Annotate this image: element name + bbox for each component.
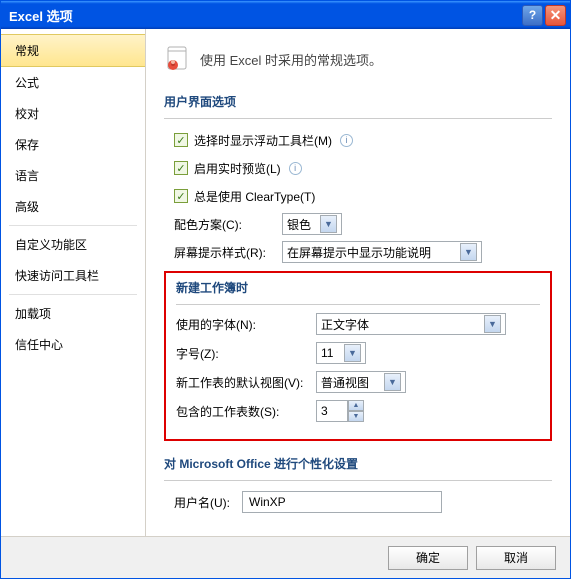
section-ui-title: 用户界面选项 [164, 87, 552, 119]
sidebar-item[interactable]: 快速访问工具栏 [1, 260, 145, 291]
sidebar-item[interactable]: 保存 [1, 129, 145, 160]
label-sheet-count: 包含的工作表数(S): [176, 403, 316, 420]
sidebar-item[interactable]: 语言 [1, 160, 145, 191]
category-sidebar: 常规公式校对保存语言高级自定义功能区快速访问工具栏加载项信任中心 [1, 29, 146, 536]
sidebar-item[interactable]: 校对 [1, 98, 145, 129]
combo-value: 银色 [287, 216, 311, 233]
label-tip-style: 屏幕提示样式(R): [174, 244, 276, 261]
cancel-button[interactable]: 取消 [476, 546, 556, 570]
checkbox-live-preview[interactable]: ✓ [174, 161, 188, 175]
chevron-down-icon[interactable]: ▼ [320, 215, 337, 233]
chevron-down-icon[interactable]: ▼ [484, 315, 501, 333]
label-font-size: 字号(Z): [176, 345, 316, 362]
username-input[interactable] [242, 491, 442, 513]
options-dialog: Excel 选项 ? ✕ 常规公式校对保存语言高级自定义功能区快速访问工具栏加载… [0, 0, 571, 579]
main-panel: 使用 Excel 时采用的常规选项。 用户界面选项 ✓ 选择时显示浮动工具栏(M… [146, 29, 570, 536]
hero-icon [164, 45, 192, 73]
combo-value: 普通视图 [321, 374, 369, 391]
label-cleartype: 总是使用 ClearType(T) [194, 188, 315, 205]
combo-font[interactable]: 正文字体 ▼ [316, 313, 506, 335]
sidebar-item[interactable]: 信任中心 [1, 329, 145, 360]
sidebar-item[interactable]: 高级 [1, 191, 145, 222]
label-color-scheme: 配色方案(C): [174, 216, 276, 233]
sidebar-item[interactable]: 自定义功能区 [1, 229, 145, 260]
ok-button[interactable]: 确定 [388, 546, 468, 570]
titlebar[interactable]: Excel 选项 ? ✕ [1, 1, 570, 29]
sidebar-separator [9, 225, 137, 226]
combo-value: 在屏幕提示中显示功能说明 [287, 244, 431, 261]
chevron-down-icon[interactable]: ▼ [344, 344, 361, 362]
spin-up-icon[interactable]: ▲ [348, 400, 364, 411]
dialog-footer: 确定 取消 [1, 536, 570, 578]
section-personalize-title: 对 Microsoft Office 进行个性化设置 [164, 449, 552, 481]
spin-down-icon[interactable]: ▼ [348, 411, 364, 422]
info-icon[interactable]: i [340, 134, 353, 147]
label-username: 用户名(U): [174, 494, 242, 511]
section-new-workbook-title: 新建工作簿时 [176, 279, 540, 305]
combo-tip-style[interactable]: 在屏幕提示中显示功能说明 ▼ [282, 241, 482, 263]
combo-font-size[interactable]: 11 ▼ [316, 342, 366, 364]
checkbox-cleartype[interactable]: ✓ [174, 189, 188, 203]
combo-default-view[interactable]: 普通视图 ▼ [316, 371, 406, 393]
spinner-sheet-count[interactable]: ▲ ▼ [316, 400, 364, 422]
sidebar-item[interactable]: 加载项 [1, 298, 145, 329]
sidebar-separator [9, 294, 137, 295]
title-text: Excel 选项 [9, 6, 522, 25]
chevron-down-icon[interactable]: ▼ [460, 243, 477, 261]
highlight-box: 新建工作簿时 使用的字体(N): 正文字体 ▼ 字号(Z): 11 ▼ [164, 271, 552, 441]
combo-value: 正文字体 [321, 316, 369, 333]
combo-value: 11 [321, 346, 333, 360]
info-icon[interactable]: i [289, 162, 302, 175]
sheet-count-input[interactable] [316, 400, 348, 422]
label-font: 使用的字体(N): [176, 316, 316, 333]
close-button[interactable]: ✕ [545, 5, 566, 26]
checkbox-floating-toolbar[interactable]: ✓ [174, 133, 188, 147]
label-live-preview: 启用实时预览(L) [194, 160, 281, 177]
combo-color-scheme[interactable]: 银色 ▼ [282, 213, 342, 235]
help-button[interactable]: ? [522, 5, 543, 26]
label-default-view: 新工作表的默认视图(V): [176, 374, 316, 391]
sidebar-item[interactable]: 常规 [1, 34, 145, 67]
sidebar-item[interactable]: 公式 [1, 67, 145, 98]
hero-text: 使用 Excel 时采用的常规选项。 [200, 50, 382, 69]
label-floating-toolbar: 选择时显示浮动工具栏(M) [194, 132, 332, 149]
chevron-down-icon[interactable]: ▼ [384, 373, 401, 391]
